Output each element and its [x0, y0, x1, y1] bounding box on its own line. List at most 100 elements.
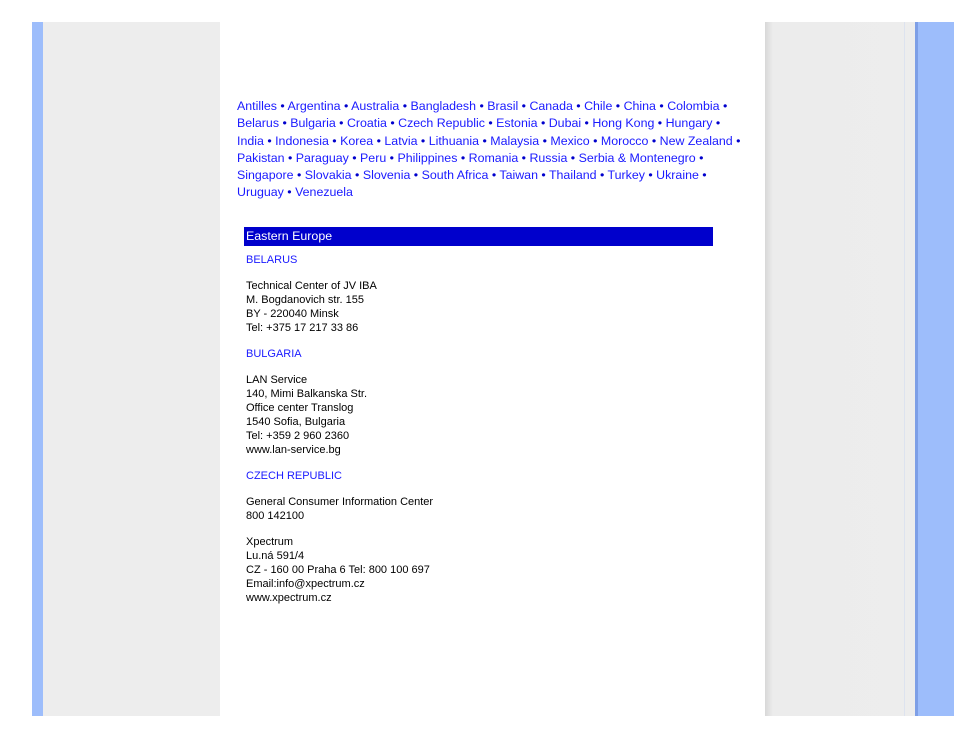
- address-line: Technical Center of JV IBA: [246, 280, 377, 292]
- separator-bullet: •: [644, 168, 657, 183]
- address-line: Xpectrum: [246, 536, 294, 548]
- right-divider: [904, 22, 905, 716]
- separator-bullet: •: [351, 168, 363, 183]
- address-line: Lu.ná 591/4: [246, 550, 305, 562]
- country-link-bangladesh[interactable]: Bangladesh: [411, 99, 476, 113]
- country-link-south-africa[interactable]: South Africa: [422, 168, 489, 182]
- country-link-new-zealand[interactable]: New Zealand: [660, 134, 733, 148]
- country-link-slovenia[interactable]: Slovenia: [363, 168, 411, 182]
- country-link-paraguay[interactable]: Paraguay: [296, 151, 349, 165]
- separator-bullet: •: [348, 150, 361, 165]
- address-line: Office center Translog: [246, 402, 354, 414]
- country-link-hong-kong[interactable]: Hong Kong: [592, 116, 654, 130]
- separator-bullet: •: [572, 99, 585, 113]
- country-heading[interactable]: CZECH REPUBLIC: [246, 469, 706, 483]
- right-sidebar: [765, 22, 916, 716]
- separator-bullet: •: [488, 168, 500, 183]
- separator-bullet: •: [373, 133, 385, 148]
- separator-bullet: •: [328, 133, 341, 148]
- country-link-turkey[interactable]: Turkey: [608, 168, 645, 182]
- region-header: Eastern Europe: [244, 227, 713, 246]
- address-line: Tel: +359 2 960 2360: [246, 430, 350, 442]
- country-link-korea[interactable]: Korea: [340, 134, 373, 148]
- separator-bullet: •: [589, 133, 601, 148]
- separator-bullet: •: [479, 133, 491, 148]
- country-link-canada[interactable]: Canada: [529, 99, 572, 113]
- country-link-serbia-montenegro[interactable]: Serbia & Montenegro: [579, 151, 696, 165]
- country-link-estonia[interactable]: Estonia: [496, 116, 537, 130]
- address-block: General Consumer Information Center 800 1…: [246, 495, 706, 523]
- service-entries: BELARUS Technical Center of JV IBA M. Bogd…: [246, 253, 706, 617]
- country-link-brasil[interactable]: Brasil: [487, 99, 518, 113]
- country-link-pakistan[interactable]: Pakistan: [237, 151, 285, 165]
- address-block: Xpectrum Lu.ná 591/4 CZ - 160 00 Praha 6 T…: [246, 535, 706, 605]
- country-link-slovakia[interactable]: Slovakia: [305, 168, 352, 182]
- country-link-romania[interactable]: Romania: [469, 151, 519, 165]
- separator-bullet: •: [539, 133, 551, 148]
- country-link-indonesia[interactable]: Indonesia: [275, 134, 329, 148]
- country-link-india[interactable]: India: [237, 134, 264, 148]
- country-link-china[interactable]: China: [624, 99, 656, 113]
- country-link-philippines[interactable]: Philippines: [397, 151, 457, 165]
- address-line: www.lan-service.bg: [246, 444, 341, 456]
- country-link-argentina[interactable]: Argentina: [288, 99, 341, 113]
- country-link-ukraine[interactable]: Ukraine: [656, 168, 699, 182]
- separator-bullet: •: [399, 99, 411, 113]
- separator-bullet: •: [537, 168, 549, 183]
- separator-bullet: •: [484, 116, 497, 131]
- separator-bullet: •: [410, 168, 422, 183]
- address-line: Tel: +375 17 217 33 86: [246, 322, 359, 334]
- country-link-bulgaria[interactable]: Bulgaria: [290, 116, 335, 130]
- country-links: Antilles • Argentina • Australia • Bangl…: [237, 98, 747, 202]
- address-line: LAN Service: [246, 374, 308, 386]
- separator-bullet: •: [596, 168, 608, 183]
- separator-bullet: •: [293, 168, 305, 183]
- country-link-czech-republic[interactable]: Czech Republic: [398, 116, 485, 130]
- separator-bullet: •: [537, 116, 549, 131]
- separator-bullet: •: [695, 150, 704, 165]
- country-link-antilles[interactable]: Antilles: [237, 99, 277, 113]
- separator-bullet: •: [386, 150, 398, 165]
- country-link-hungary[interactable]: Hungary: [666, 116, 713, 130]
- separator-bullet: •: [698, 168, 707, 183]
- country-heading[interactable]: BELARUS: [246, 253, 706, 267]
- country-link-mexico[interactable]: Mexico: [550, 134, 589, 148]
- separator-bullet: •: [654, 116, 666, 131]
- address-line: BY - 220040 Minsk: [246, 308, 339, 320]
- separator-bullet: •: [417, 133, 429, 148]
- separator-bullet: •: [518, 150, 530, 165]
- country-link-peru[interactable]: Peru: [360, 151, 386, 165]
- country-link-dubai[interactable]: Dubai: [549, 116, 581, 130]
- country-link-belarus[interactable]: Belarus: [237, 116, 279, 130]
- country-link-taiwan[interactable]: Taiwan: [499, 168, 538, 182]
- separator-bullet: •: [476, 99, 488, 113]
- separator-bullet: •: [567, 150, 579, 165]
- address-line: www.xpectrum.cz: [246, 592, 332, 604]
- country-link-singapore[interactable]: Singapore: [237, 168, 294, 182]
- separator-bullet: •: [279, 116, 291, 131]
- separator-bullet: •: [263, 133, 276, 148]
- country-link-venezuela[interactable]: Venezuela: [295, 185, 353, 199]
- address-line: 800 142100: [246, 510, 305, 522]
- country-link-malaysia[interactable]: Malaysia: [490, 134, 539, 148]
- country-heading[interactable]: BULGARIA: [246, 347, 706, 361]
- separator-bullet: •: [276, 99, 288, 113]
- country-link-croatia[interactable]: Croatia: [347, 116, 387, 130]
- address-line: 140, Mimi Balkanska Str.: [246, 388, 368, 400]
- country-link-australia[interactable]: Australia: [351, 99, 399, 113]
- country-link-colombia[interactable]: Colombia: [667, 99, 719, 113]
- separator-bullet: •: [335, 116, 347, 131]
- address-line: Email:info@xpectrum.cz: [246, 578, 365, 590]
- country-link-russia[interactable]: Russia: [529, 151, 567, 165]
- country-link-lithuania[interactable]: Lithuania: [429, 134, 479, 148]
- separator-bullet: •: [386, 116, 399, 131]
- separator-bullet: •: [612, 99, 624, 113]
- country-link-uruguay[interactable]: Uruguay: [237, 185, 284, 199]
- country-link-latvia[interactable]: Latvia: [384, 134, 417, 148]
- country-link-chile[interactable]: Chile: [584, 99, 612, 113]
- country-link-thailand[interactable]: Thailand: [549, 168, 597, 182]
- separator-bullet: •: [719, 99, 728, 113]
- separator-bullet: •: [655, 99, 668, 113]
- country-link-morocco[interactable]: Morocco: [601, 134, 649, 148]
- address-line: 1540 Sofia, Bulgaria: [246, 416, 346, 428]
